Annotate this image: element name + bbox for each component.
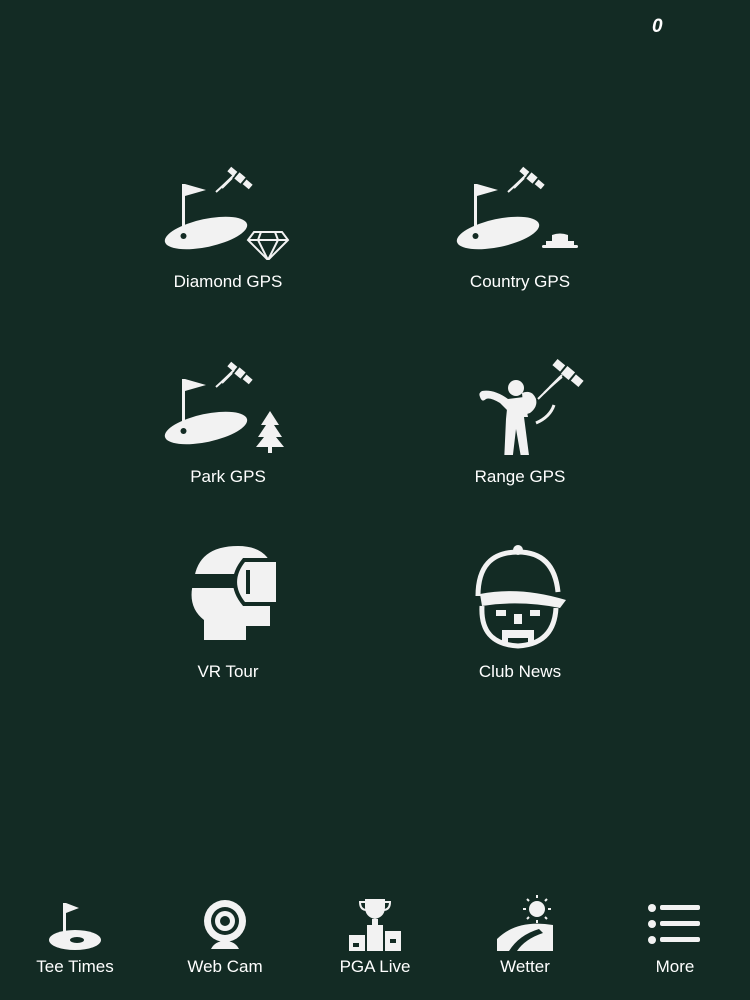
club-news-label: Club News (478, 662, 562, 681)
tab-wetter[interactable]: Wetter (450, 895, 600, 977)
country-gps-tile[interactable]: Country GPS (410, 150, 630, 320)
tab-wetter-label: Wetter (500, 957, 550, 976)
park-gps-label: Park GPS (190, 467, 266, 486)
country-gps-label: Country GPS (469, 272, 571, 291)
flag-green-hat-icon (456, 166, 578, 250)
hole-flag-icon (49, 903, 101, 950)
club-news-tile[interactable]: Club News (410, 540, 630, 710)
flag-green-diamond-icon (164, 166, 290, 260)
vr-tour-label: VR Tour (197, 662, 259, 681)
list-icon (648, 904, 700, 944)
golfer-satellite-icon (479, 359, 584, 455)
flag-green-tree-icon (164, 361, 284, 453)
vr-headset-icon (191, 546, 280, 640)
capped-man-icon (475, 545, 566, 649)
bottom-tab-bar: Tee Times Web Cam PGA Live Wetter More (0, 895, 750, 1000)
tab-more-label: More (655, 957, 695, 976)
vr-tour-tile[interactable]: VR Tour (118, 540, 338, 710)
park-gps-tile[interactable]: Park GPS (118, 345, 338, 515)
tab-web-cam[interactable]: Web Cam (150, 895, 300, 977)
diamond-gps-label: Diamond GPS (173, 272, 283, 291)
tab-web-cam-label: Web Cam (187, 957, 263, 976)
tab-pga-live-label: PGA Live (339, 957, 411, 976)
tab-more[interactable]: More (600, 895, 750, 977)
tab-tee-times[interactable]: Tee Times (0, 895, 150, 977)
sun-landscape-icon (497, 895, 553, 951)
range-gps-label: Range GPS (474, 467, 566, 486)
tab-pga-live[interactable]: PGA Live (300, 895, 450, 977)
tab-tee-times-label: Tee Times (36, 957, 114, 976)
trophy-podium-icon (349, 899, 401, 951)
diamond-gps-tile[interactable]: Diamond GPS (118, 150, 338, 320)
webcam-icon (204, 900, 246, 949)
notification-count: 0 (652, 16, 663, 37)
range-gps-tile[interactable]: Range GPS (410, 345, 630, 515)
